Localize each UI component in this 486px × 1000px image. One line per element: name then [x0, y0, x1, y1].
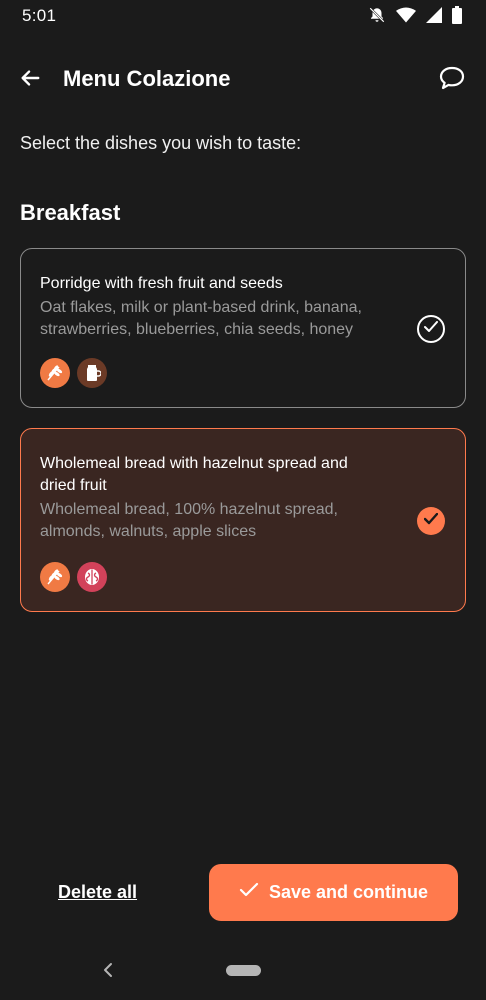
milk-jug-icon — [77, 358, 107, 388]
app-bar: Menu Colazione — [0, 52, 486, 108]
dish-name: Porridge with fresh fruit and seeds — [40, 275, 283, 292]
dish-name: Wholemeal bread with hazelnut spread and… — [40, 455, 348, 494]
signal-icon — [426, 7, 442, 23]
checkmark-icon — [424, 320, 438, 338]
status-icons — [368, 6, 462, 24]
nav-back-icon[interactable] — [98, 960, 118, 980]
back-button[interactable] — [12, 62, 48, 98]
wheat-icon — [40, 358, 70, 388]
dish-card-porridge[interactable]: Porridge with fresh fruit and seeds Oat … — [20, 248, 466, 408]
select-checkbox[interactable] — [417, 507, 445, 535]
dish-card-wholemeal-bread[interactable]: Wholemeal bread with hazelnut spread and… — [20, 428, 466, 612]
save-button-label: Save and continue — [268, 882, 429, 902]
notifications-off-icon — [368, 6, 386, 24]
delete-all-button[interactable]: Delete all — [58, 882, 137, 903]
wifi-icon — [396, 7, 416, 23]
chat-bubble-icon — [438, 65, 466, 96]
walnut-icon — [77, 562, 107, 592]
checkmark-icon — [423, 512, 439, 530]
instructions-text: Select the dishes you wish to taste: — [20, 133, 302, 153]
battery-icon — [452, 6, 462, 24]
page-title: Menu Colazione — [63, 66, 231, 91]
wheat-icon — [40, 562, 70, 592]
dish-description: Wholemeal bread, 100% hazelnut spread, a… — [40, 501, 338, 540]
save-and-continue-button[interactable]: Save and continue — [209, 864, 458, 921]
arrow-left-icon — [19, 67, 41, 94]
allergen-list — [40, 562, 107, 592]
select-checkbox[interactable] — [417, 315, 445, 343]
allergen-list — [40, 358, 107, 388]
dish-description: Oat flakes, milk or plant-based drink, b… — [40, 299, 362, 338]
status-time: 5:01 — [22, 6, 57, 25]
status-bar: 5:01 — [0, 0, 486, 34]
section-title: Breakfast — [20, 200, 121, 225]
nav-home-pill[interactable] — [226, 965, 261, 976]
system-nav-bar — [0, 940, 486, 1000]
checkmark-icon — [239, 882, 259, 903]
chat-button[interactable] — [434, 62, 470, 98]
